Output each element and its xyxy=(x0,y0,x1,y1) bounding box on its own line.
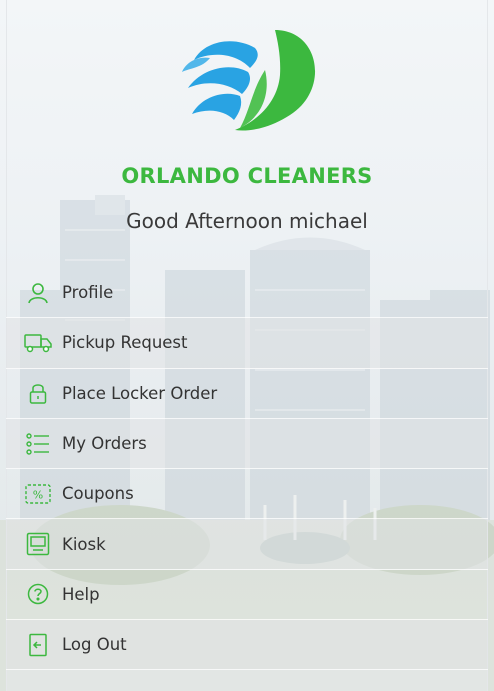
menu-item-kiosk[interactable]: Kiosk xyxy=(6,519,488,570)
menu-item-pickup-request[interactable]: Pickup Request xyxy=(6,318,488,369)
svg-text:%: % xyxy=(33,488,43,501)
logout-icon xyxy=(23,630,53,660)
menu-item-help[interactable]: Help xyxy=(6,570,488,621)
menu-item-label: Kiosk xyxy=(62,534,106,554)
menu-item-profile[interactable]: Profile xyxy=(6,268,488,319)
coupon-icon: % xyxy=(23,479,53,509)
menu-item-label: Help xyxy=(62,584,100,604)
menu-item-label: My Orders xyxy=(62,434,147,454)
lock-icon xyxy=(23,378,53,408)
water-splash-leaf-logo xyxy=(182,30,316,131)
menu-item-label: Log Out xyxy=(62,635,127,655)
side-menu: Profile Pickup Request Place Locker Orde… xyxy=(6,268,488,671)
kiosk-icon xyxy=(23,529,53,559)
menu-item-place-locker-order[interactable]: Place Locker Order xyxy=(6,369,488,419)
menu-item-label: Pickup Request xyxy=(62,333,188,353)
list-icon xyxy=(23,429,53,459)
menu-item-label: Profile xyxy=(62,283,114,303)
truck-icon xyxy=(23,328,53,358)
greeting-text: Good Afternoon michael xyxy=(126,209,368,233)
menu-item-my-orders[interactable]: My Orders xyxy=(6,418,488,470)
menu-item-label: Place Locker Order xyxy=(62,383,218,403)
menu-item-coupons[interactable]: % Coupons xyxy=(6,469,488,520)
menu-item-label: Coupons xyxy=(62,484,134,504)
help-icon xyxy=(23,579,53,609)
menu-item-log-out[interactable]: Log Out xyxy=(6,620,488,671)
brand-name: ORLANDO CLEANERS xyxy=(121,164,373,188)
person-icon xyxy=(23,278,53,308)
side-menu-screen: ORLANDO CLEANERS Good Afternoon michael … xyxy=(0,0,494,691)
footer-band xyxy=(6,670,488,691)
